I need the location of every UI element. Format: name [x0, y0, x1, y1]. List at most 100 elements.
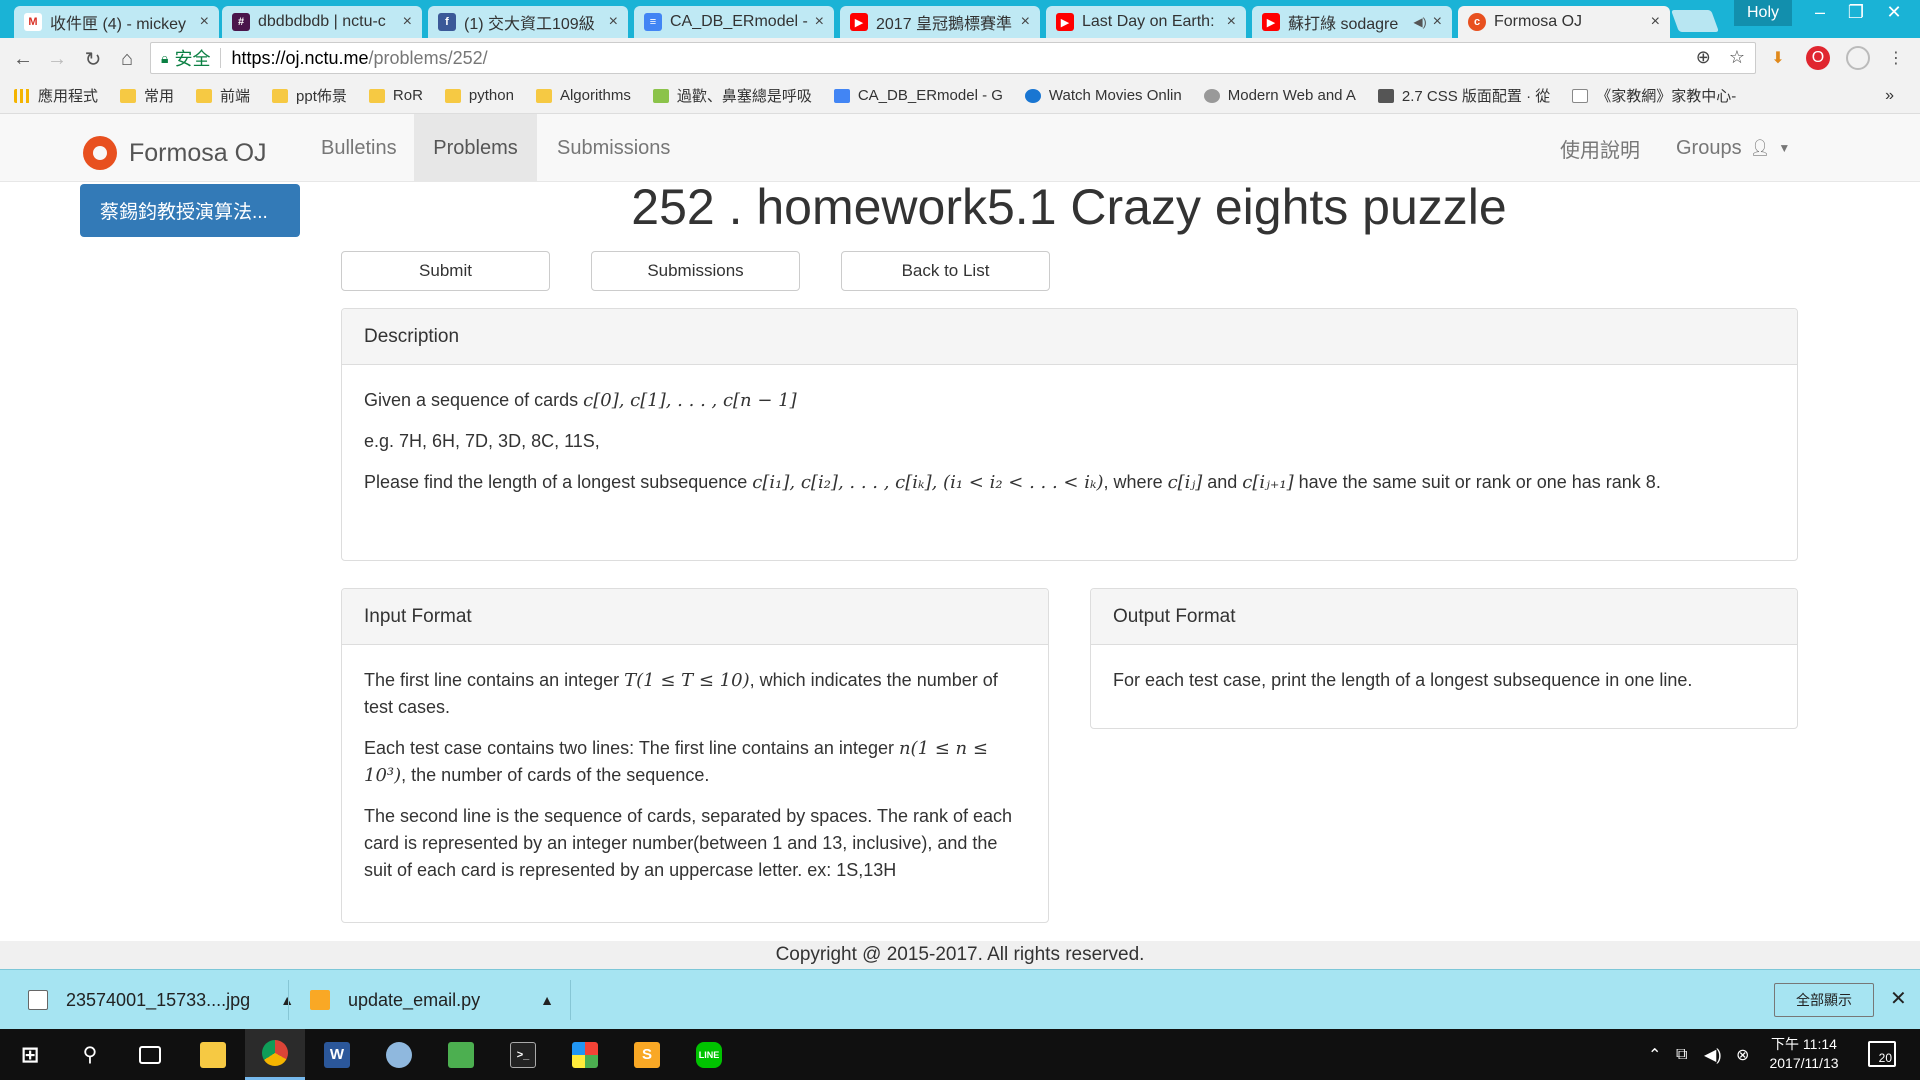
browser-tab-docs[interactable]: ≡ CA_DB_ERmodel - ×	[634, 6, 834, 38]
downloads-bar: 23574001_15733....jpg ▲ update_email.py …	[0, 969, 1920, 1029]
browser-tab-youtube-3[interactable]: ▶ 蘇打綠 sodagre ◀) ×	[1252, 6, 1452, 38]
restore-icon[interactable]: ❐	[1836, 0, 1876, 24]
bookmark-apps[interactable]: 應用程式	[14, 85, 98, 106]
menu-icon[interactable]: ⋮	[1884, 46, 1908, 70]
bookmark-link[interactable]: 《家教網》家教中心-	[1572, 85, 1736, 106]
notification-center-icon[interactable]: 20	[1868, 1041, 1896, 1067]
site-footer: Copyright @ 2015-2017. All rights reserv…	[0, 941, 1920, 969]
search-icon: ⚲	[82, 1044, 98, 1066]
close-icon[interactable]: ×	[1227, 13, 1236, 31]
search-button[interactable]: ⚲	[60, 1029, 120, 1080]
start-button[interactable]: ⊞	[0, 1029, 60, 1080]
speaker-icon[interactable]: ◀)	[1413, 15, 1426, 29]
opera-extension-icon[interactable]: O	[1806, 46, 1830, 70]
zoom-icon[interactable]: ⊕	[1696, 47, 1711, 68]
bookmark-link[interactable]: Watch Movies Onlin	[1024, 87, 1182, 104]
paint-button[interactable]	[369, 1029, 429, 1080]
home-icon[interactable]: ⌂	[114, 46, 140, 72]
browser-tab-youtube-1[interactable]: ▶ 2017 皇冠鵝標賽準 ×	[840, 6, 1040, 38]
line-icon: LINE	[696, 1041, 722, 1068]
sublime-file-icon	[310, 990, 330, 1010]
clock[interactable]: 下午 11:14 2017/11/13	[1758, 1035, 1850, 1073]
close-icon[interactable]: ×	[1021, 13, 1030, 31]
tab-title: Formosa OJ	[1494, 13, 1583, 30]
close-window-icon[interactable]: ✕	[1872, 0, 1916, 24]
close-icon[interactable]: ×	[1433, 13, 1442, 31]
back-to-list-button[interactable]: Back to List	[841, 251, 1050, 291]
line-button[interactable]: LINE	[679, 1029, 739, 1080]
image-app-button[interactable]	[431, 1029, 491, 1080]
close-icon[interactable]: ×	[403, 13, 412, 31]
forward-arrow-icon[interactable]: →	[44, 46, 70, 72]
sublime-button[interactable]: S	[617, 1029, 677, 1080]
extension-icon[interactable]	[1846, 46, 1870, 70]
close-icon[interactable]: ×	[609, 13, 618, 31]
back-arrow-icon[interactable]: ←	[10, 46, 36, 72]
download-item[interactable]: 23574001_15733....jpg ▲	[28, 970, 294, 1030]
bookmark-label: Watch Movies Onlin	[1048, 87, 1182, 104]
word-icon: W	[324, 1041, 350, 1068]
show-hidden-icons[interactable]: ⌃	[1648, 1029, 1661, 1080]
task-view-button[interactable]	[120, 1029, 180, 1080]
browser-tab-slack[interactable]: # dbdbdbdb | nctu-c ×	[222, 6, 422, 38]
bookmark-folder[interactable]: Algorithms	[535, 87, 631, 104]
bookmark-link[interactable]: CA_DB_ERmodel - G	[833, 87, 1003, 104]
docs-icon: ≡	[644, 13, 662, 31]
bookmark-folder[interactable]: ppt佈景	[272, 85, 347, 106]
bookmark-folder[interactable]: 常用	[120, 85, 174, 106]
close-icon[interactable]: ×	[200, 13, 209, 31]
show-all-downloads-button[interactable]: 全部顯示	[1774, 983, 1874, 1017]
course-button[interactable]: 蔡錫鈞教授演算法...	[80, 184, 300, 237]
output-format-panel: Output Format For each test case, print …	[1090, 588, 1798, 729]
tab-title: 收件匣 (4) - mickey	[50, 16, 187, 33]
close-icon[interactable]: ×	[815, 13, 824, 31]
user-menu[interactable]: 👤︎ ▼	[1730, 114, 1810, 182]
nav-submissions[interactable]: Submissions	[537, 114, 690, 182]
volume-icon[interactable]: ◀)	[1704, 1029, 1722, 1080]
taskbar: ⊞ ⚲ W >_ S LINE ⌃ ⧉ ◀) ⊗ 下午 11:14 2017/1…	[0, 1029, 1920, 1080]
chevron-up-icon[interactable]: ▲	[540, 992, 554, 1008]
browser-tab-facebook[interactable]: f (1) 交大資工109級 ×	[428, 6, 628, 38]
submit-button[interactable]: Submit	[341, 251, 550, 291]
bookmark-folder[interactable]: 前端	[196, 85, 250, 106]
problem-title: 252 . homework5.1 Crazy eights puzzle	[631, 179, 1507, 235]
submissions-button[interactable]: Submissions	[591, 251, 800, 291]
download-icon[interactable]: ⬇	[1766, 46, 1790, 70]
bookmark-link[interactable]: 過歡、鼻塞總是呼吸	[652, 85, 812, 106]
nav-bulletins[interactable]: Bulletins	[301, 114, 417, 182]
new-tab-button[interactable]	[1670, 10, 1720, 32]
bookmark-folder[interactable]: python	[444, 87, 514, 104]
brand[interactable]: Formosa OJ	[83, 136, 267, 170]
more-bookmarks-icon[interactable]: »	[1885, 87, 1894, 105]
tab-title: (1) 交大資工109級	[464, 16, 595, 33]
panel-body: The first line contains an integer T(1 ≤…	[342, 645, 1048, 920]
url-host: https://oj.nctu.me	[231, 47, 369, 68]
bookmark-folder[interactable]: RoR	[368, 87, 423, 104]
bookmark-star-icon[interactable]: ☆	[1729, 47, 1745, 68]
file-explorer-button[interactable]	[183, 1029, 243, 1080]
chrome-button[interactable]	[245, 1029, 305, 1080]
browser-tab-formosa-oj[interactable]: c Formosa OJ ×	[1458, 6, 1670, 38]
nav-problems[interactable]: Problems	[414, 114, 537, 182]
terminal-icon: >_	[510, 1041, 536, 1068]
nav-help[interactable]: 使用說明	[1540, 114, 1660, 182]
close-icon[interactable]: ×	[1651, 13, 1660, 31]
panel-heading: Input Format	[342, 589, 1048, 645]
address-bar[interactable]: 🔒︎ 安全 https://oj.nctu.me/problems/252/ ⊕…	[150, 42, 1756, 74]
browser-tab-youtube-2[interactable]: ▶ Last Day on Earth: ×	[1046, 6, 1246, 38]
bookmark-link[interactable]: Modern Web and A	[1203, 87, 1356, 104]
panel-body: For each test case, print the length of …	[1091, 645, 1797, 730]
ime-icon[interactable]: ⊗	[1736, 1029, 1749, 1080]
minimize-icon[interactable]: –	[1800, 0, 1840, 24]
app-button[interactable]	[555, 1029, 615, 1080]
network-icon[interactable]: ⧉	[1676, 1029, 1687, 1080]
download-item[interactable]: update_email.py ▲	[310, 970, 554, 1030]
profile-name[interactable]: Holy	[1734, 0, 1792, 26]
terminal-button[interactable]: >_	[493, 1029, 553, 1080]
browser-tab-strip: M 收件匣 (4) - mickey × # dbdbdbdb | nctu-c…	[0, 0, 1920, 38]
bookmark-link[interactable]: 2.7 CSS 版面配置 · 從	[1377, 85, 1550, 106]
browser-tab-gmail[interactable]: M 收件匣 (4) - mickey ×	[14, 6, 219, 38]
close-icon[interactable]: ✕	[1890, 986, 1907, 1011]
word-button[interactable]: W	[307, 1029, 367, 1080]
reload-icon[interactable]: ↻	[80, 46, 106, 72]
